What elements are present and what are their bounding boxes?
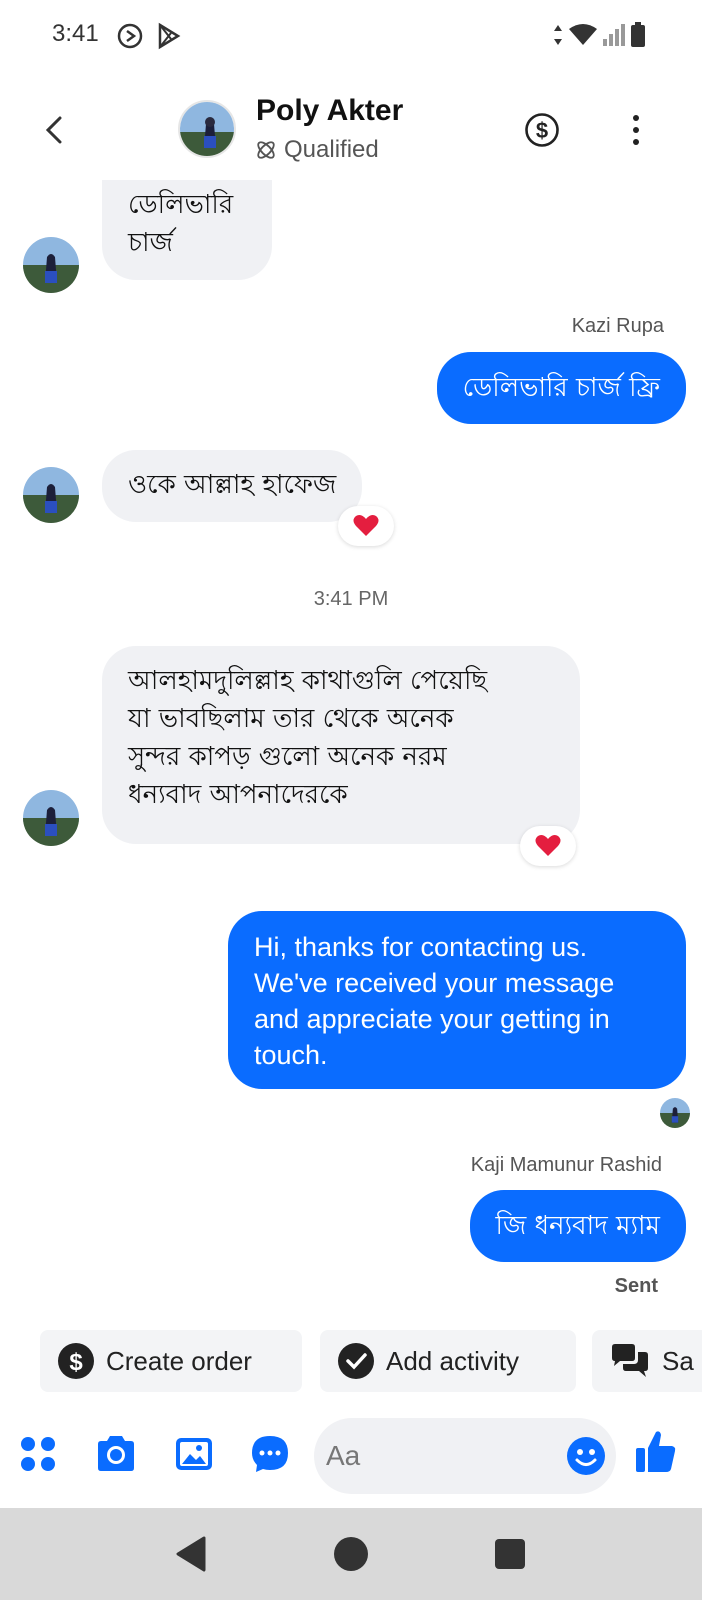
- message-bubble[interactable]: ওকে আল্লাহ হাফেজ: [102, 450, 363, 522]
- heart-icon: [353, 515, 379, 536]
- like-icon[interactable]: [634, 1428, 678, 1476]
- camera-icon[interactable]: [94, 1434, 138, 1474]
- svg-text:$: $: [69, 1349, 83, 1376]
- reaction-badge[interactable]: [520, 826, 576, 866]
- status-time: 3:41: [52, 20, 99, 47]
- data-arrows-icon: [554, 25, 562, 45]
- nav-back-icon[interactable]: [174, 1536, 208, 1572]
- message-input[interactable]: [326, 1432, 546, 1480]
- contact-avatar: [23, 237, 79, 293]
- contact-status: Qualified: [284, 136, 379, 163]
- quick-actions-bar: $ Create order Add activity Sa: [0, 1330, 702, 1394]
- nav-recents-icon[interactable]: [494, 1538, 526, 1570]
- more-options-button[interactable]: [628, 112, 644, 148]
- chat-bubbles-icon: [612, 1344, 648, 1377]
- system-navigation-bar: [0, 1508, 702, 1600]
- heart-icon: [535, 835, 561, 856]
- messenger-icon[interactable]: [250, 1434, 290, 1474]
- atom-icon: [257, 141, 275, 159]
- payment-button[interactable]: $: [524, 112, 560, 148]
- contact-avatar[interactable]: [178, 100, 236, 158]
- reaction-badge[interactable]: [338, 506, 394, 546]
- contact-avatar: [23, 467, 79, 523]
- svg-text:$: $: [536, 118, 548, 143]
- dollar-circle-icon: $: [58, 1343, 94, 1379]
- emoji-icon[interactable]: [566, 1436, 606, 1476]
- back-button[interactable]: [40, 110, 70, 150]
- apps-grid-icon[interactable]: [20, 1436, 56, 1472]
- sync-icon: [117, 23, 143, 49]
- message-bubble[interactable]: Hi, thanks for contacting us. We've rece…: [228, 911, 686, 1089]
- contact-name[interactable]: Poly Akter: [256, 94, 403, 128]
- conversation-header: Poly Akter Qualified $: [0, 88, 702, 178]
- gallery-icon[interactable]: [174, 1434, 214, 1474]
- message-input-container[interactable]: [314, 1418, 616, 1494]
- sender-name: Kazi Rupa: [571, 315, 664, 337]
- contact-avatar: [23, 790, 79, 846]
- create-order-button[interactable]: $ Create order: [40, 1330, 302, 1392]
- message-bubble[interactable]: আলহামদুলিল্লাহ কাথাগুলি পেয়েছি যা ভাবছি…: [102, 646, 580, 844]
- message-status: Sent: [614, 1275, 658, 1297]
- message-list[interactable]: ডেলিভারি চার্জ Kazi Rupa ডেলিভারি চার্জ …: [0, 180, 702, 1300]
- read-receipt-avatar: [660, 1098, 690, 1128]
- add-activity-button[interactable]: Add activity: [320, 1330, 576, 1392]
- battery-icon: [631, 22, 645, 47]
- signal-icon: [603, 24, 625, 46]
- wifi-icon: [569, 24, 597, 45]
- saved-replies-button[interactable]: Sa: [592, 1330, 702, 1392]
- sender-name: Kaji Mamunur Rashid: [470, 1154, 662, 1176]
- message-timestamp: 3:41 PM: [313, 588, 389, 610]
- play-store-icon: [158, 22, 181, 50]
- message-bubble[interactable]: জি ধন্যবাদ ম্যাম: [469, 1190, 686, 1262]
- status-bar: 3:41: [0, 0, 702, 72]
- message-bubble[interactable]: ডেলিভারি চার্জ ফ্রি: [436, 352, 686, 424]
- check-circle-icon: [338, 1343, 374, 1379]
- nav-home-icon[interactable]: [333, 1536, 369, 1572]
- message-composer: [0, 1414, 702, 1498]
- message-bubble[interactable]: ডেলিভারি চার্জ: [102, 180, 272, 280]
